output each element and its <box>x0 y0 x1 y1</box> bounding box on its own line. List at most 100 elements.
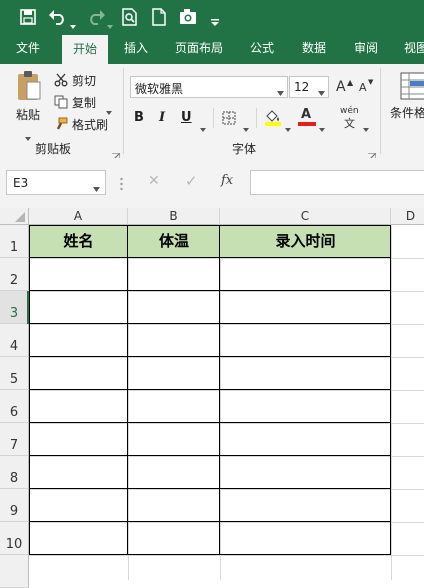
grow-font-label: A <box>336 79 346 95</box>
font-color-letter: A <box>301 107 312 122</box>
tab-home[interactable]: 开始 <box>62 35 108 64</box>
paste-button[interactable]: 粘贴 <box>10 70 46 141</box>
tab-formulas[interactable]: 公式 <box>242 34 282 64</box>
formula-input[interactable] <box>250 170 424 195</box>
row-header-7[interactable]: 7 <box>0 423 29 456</box>
font-size-combobox[interactable]: 12 <box>289 76 329 98</box>
copy-button[interactable]: 复制 <box>52 92 114 115</box>
table-border <box>127 225 128 555</box>
formula-bar-grip-icon[interactable] <box>120 176 123 191</box>
quick-access-toolbar <box>0 0 424 34</box>
font-color-button[interactable]: A <box>298 107 316 126</box>
select-all-corner[interactable] <box>0 208 29 225</box>
table-border <box>29 455 391 456</box>
tab-view[interactable]: 视图 <box>396 34 424 64</box>
format-painter-label: 格式刷 <box>72 118 109 132</box>
row-header-1[interactable]: 1 <box>0 225 29 258</box>
tab-insert[interactable]: 插入 <box>116 34 156 64</box>
table-border <box>29 290 391 291</box>
row-header-11[interactable] <box>0 555 29 588</box>
active-row-indicator <box>27 291 29 324</box>
cut-button[interactable]: 剪切 <box>52 70 112 90</box>
font-name-dropdown-icon[interactable] <box>277 85 284 96</box>
camera-icon[interactable] <box>179 8 199 26</box>
cut-label: 剪切 <box>72 74 97 88</box>
font-size-dropdown-icon[interactable] <box>318 85 325 96</box>
column-header-b[interactable]: B <box>128 208 220 225</box>
enter-icon[interactable]: ✓ <box>185 172 198 190</box>
cancel-icon[interactable]: ✕ <box>148 173 160 189</box>
row-header-3[interactable]: 3 <box>0 291 29 324</box>
row-header-6[interactable]: 6 <box>0 390 29 423</box>
clipboard-launcher-icon[interactable] <box>112 146 121 161</box>
grow-font-button[interactable]: A ▲ <box>335 78 353 96</box>
column-header-a[interactable]: A <box>29 208 128 225</box>
row-header-2[interactable]: 2 <box>0 258 29 291</box>
new-document-icon[interactable] <box>152 8 166 26</box>
row-header-5[interactable]: 5 <box>0 357 29 390</box>
name-box-value: E3 <box>13 176 29 190</box>
row-header-9[interactable]: 9 <box>0 489 29 522</box>
fill-color-dropdown-icon[interactable] <box>285 117 291 132</box>
shrink-font-button[interactable]: A ▼ <box>358 78 376 96</box>
ribbon-separator <box>256 108 257 128</box>
format-painter-button[interactable]: 格式刷 <box>52 114 114 134</box>
fill-color-icon[interactable] <box>264 108 282 126</box>
row-header-10[interactable]: 10 <box>0 522 29 555</box>
row-header-8[interactable]: 8 <box>0 456 29 489</box>
column-header-d[interactable]: D <box>391 208 424 225</box>
table-border <box>29 521 391 522</box>
tab-data[interactable]: 数据 <box>294 34 334 64</box>
font-name-combobox[interactable]: 微软雅黑 <box>130 76 288 98</box>
copy-dropdown-icon[interactable] <box>106 100 112 115</box>
table-border <box>29 488 391 489</box>
clipboard-group-label: 剪贴板 <box>35 142 72 156</box>
borders-dropdown-icon[interactable] <box>243 117 249 132</box>
redo-icon <box>86 8 106 26</box>
print-preview-icon[interactable] <box>122 8 138 26</box>
brush-icon <box>54 116 68 130</box>
paste-dropdown-icon[interactable] <box>25 126 31 141</box>
borders-icon[interactable] <box>222 110 236 125</box>
table-border <box>29 389 391 390</box>
bold-button[interactable]: B <box>134 110 150 125</box>
table-border <box>29 257 391 258</box>
font-launcher-icon[interactable] <box>368 146 377 161</box>
paste-label: 粘贴 <box>16 108 41 122</box>
insert-function-button[interactable]: fx <box>221 173 233 188</box>
grow-arrow-icon: ▲ <box>347 78 354 87</box>
save-icon[interactable] <box>20 9 36 25</box>
font-group-label: 字体 <box>232 142 257 156</box>
copy-label: 复制 <box>72 96 97 110</box>
underline-button[interactable]: U <box>181 110 193 125</box>
worksheet-grid[interactable]: A B C D 1 2 3 4 5 6 7 8 9 10 姓名 体温 录入时间 <box>0 208 424 588</box>
name-box[interactable]: E3 <box>6 170 106 195</box>
tab-file[interactable]: 文件 <box>6 34 50 64</box>
conditional-format-button[interactable]: 条件格 <box>388 70 424 122</box>
name-box-dropdown-icon[interactable] <box>93 181 100 192</box>
fill-color-swatch <box>265 122 281 126</box>
phonetic-guide-button[interactable]: wén 文 <box>339 106 361 130</box>
table-border <box>29 323 391 324</box>
tab-page-layout[interactable]: 页面布局 <box>168 34 230 64</box>
undo-icon[interactable] <box>48 8 68 26</box>
column-header-c[interactable]: C <box>220 208 391 225</box>
copy-icon <box>54 94 68 109</box>
scissors-icon <box>54 72 68 87</box>
conditional-format-icon <box>400 72 424 100</box>
ribbon-home: 粘贴 剪切 复制 格式刷 剪贴板 微软雅黑 12 A ▲ A ▼ B I U A… <box>0 64 424 161</box>
italic-button[interactable]: I <box>159 110 171 125</box>
ribbon-separator <box>123 68 124 154</box>
ribbon-separator <box>213 108 214 128</box>
undo-dropdown-icon[interactable] <box>70 14 76 29</box>
shrink-font-label: A <box>359 81 367 94</box>
customize-dropdown-icon[interactable] <box>211 12 219 26</box>
phonetic-dropdown-icon[interactable] <box>363 117 369 132</box>
underline-dropdown-icon[interactable] <box>200 117 206 132</box>
ribbon-separator <box>380 68 381 154</box>
tab-review[interactable]: 审阅 <box>346 34 386 64</box>
formula-bar-area: E3 ✕ ✓ fx <box>0 158 424 208</box>
font-color-dropdown-icon[interactable] <box>319 117 325 132</box>
font-name-value: 微软雅黑 <box>135 82 184 96</box>
row-header-4[interactable]: 4 <box>0 324 29 357</box>
